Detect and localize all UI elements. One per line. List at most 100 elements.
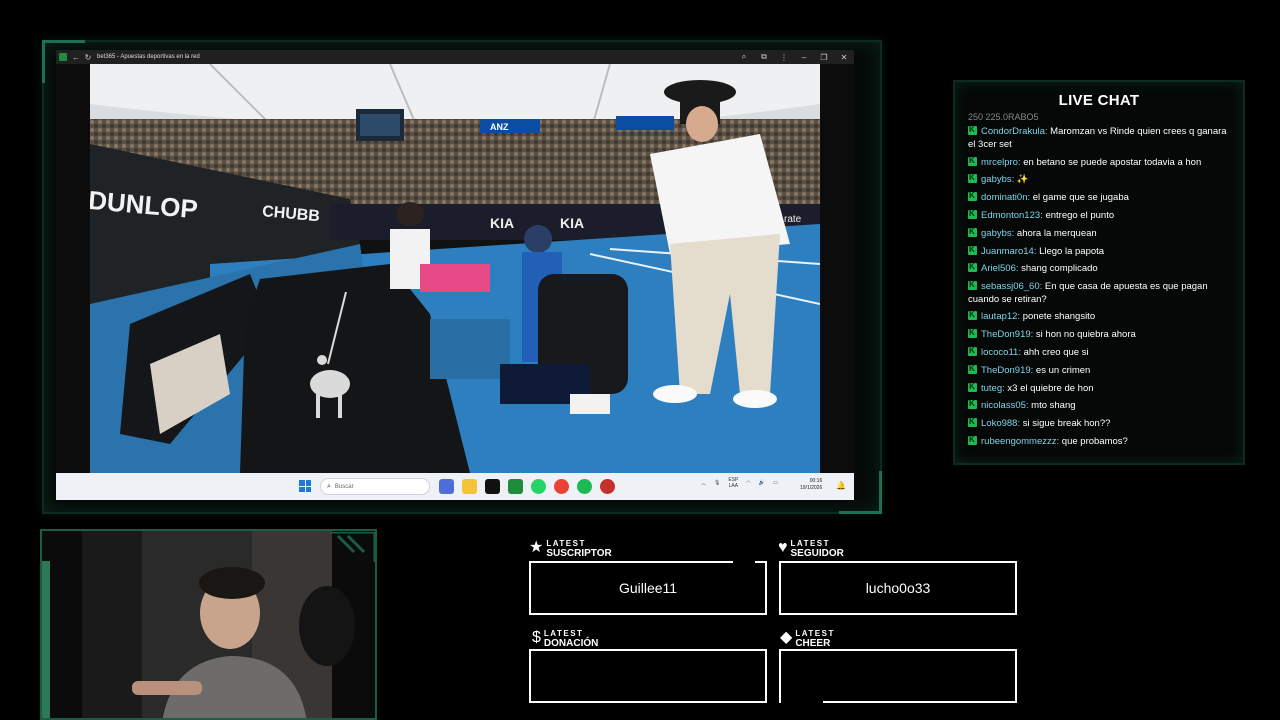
webcam-corner-decoration xyxy=(330,532,375,562)
search-icon: ⌕ xyxy=(327,482,331,490)
chat-username[interactable]: nicolass05 xyxy=(981,400,1026,411)
taskbar-search[interactable]: ⌕ Buscar xyxy=(320,478,430,495)
star-icon: ★ xyxy=(529,539,544,556)
spotify-app-icon[interactable] xyxy=(577,479,592,494)
chat-username[interactable]: dominati0n xyxy=(981,192,1027,203)
latest-follower-box: lucho0o33 xyxy=(779,561,1017,615)
latest-follower-value: lucho0o33 xyxy=(865,580,931,596)
more-options-icon[interactable]: ⋮ xyxy=(774,53,794,62)
tennis-match-frame: ANZ DUNLOP CHUBB KIA KIA rate xyxy=(90,64,820,473)
kick-badge-icon xyxy=(968,434,977,447)
chat-text: en betano se puede apostar todavia a hon xyxy=(1020,156,1202,168)
system-tray: ︿ 🎙 ESP LAA ◠ 🔊 ▭ xyxy=(701,477,778,489)
kick-badge-icon xyxy=(968,416,977,429)
chat-message: gabybs: ✨ xyxy=(968,172,1230,187)
heart-icon: ♥ xyxy=(778,539,788,556)
chat-text: el game que se jugaba xyxy=(1030,192,1129,204)
chat-message: nicolass05: mto shang xyxy=(968,398,1230,413)
kick-badge-icon xyxy=(968,363,977,375)
language-indicator[interactable]: ESP LAA xyxy=(728,477,738,489)
chat-message: Loko988: si sigue break hon?? xyxy=(968,416,1230,431)
notification-bell-icon[interactable]: 🔔 xyxy=(836,481,846,490)
chat-username[interactable]: tuteg xyxy=(981,383,1002,394)
chevron-up-icon[interactable]: ︿ xyxy=(701,480,706,487)
chat-text: ponete shangsito xyxy=(1020,311,1096,323)
windows-taskbar: ⌕ Buscar ︿ 🎙 ESP LAA ◠ 🔊 ▭ 00:16 19/1/202… xyxy=(56,473,854,500)
chat-username[interactable]: Loko988 xyxy=(981,418,1017,429)
chat-text: ✨ xyxy=(1014,174,1029,186)
chat-message: sebassj06_60: En que casa de apuesta es … xyxy=(968,279,1230,306)
latest-donation-box xyxy=(529,649,767,703)
chat-username[interactable]: gabybs xyxy=(981,228,1012,239)
live-chat-title: LIVE CHAT xyxy=(1058,92,1140,109)
kick-badge-icon xyxy=(968,226,977,238)
extensions-icon[interactable]: ⧉ xyxy=(754,52,774,62)
minimize-button[interactable]: – xyxy=(794,53,814,62)
chat-message: Juanmaro14: Llego la papota xyxy=(968,244,1230,259)
file-explorer-icon[interactable] xyxy=(462,479,477,494)
chat-cut-line: 250 225.0RABO5 xyxy=(968,113,1039,121)
chat-username[interactable]: TheDon919 xyxy=(981,329,1031,340)
reload-icon[interactable]: ↻ xyxy=(82,50,94,64)
chat-username[interactable]: sebassj06_60 xyxy=(981,281,1040,292)
chat-username[interactable]: rubeengommezzz xyxy=(981,436,1057,447)
chat-message: TheDon919: es un crimen xyxy=(968,363,1230,378)
chat-text: shang complicado xyxy=(1018,263,1098,275)
chat-username[interactable]: Edmonton123 xyxy=(981,210,1040,221)
battery-icon[interactable]: ▭ xyxy=(773,480,778,486)
chat-message: CondorDrakula: Maromzan vs Rinde quien c… xyxy=(968,124,1230,151)
browser-title-bar: ← ↻ bet365 - Apuestas deportivas en la r… xyxy=(56,50,854,64)
kick-badge-icon xyxy=(968,155,977,167)
tennis-video-player[interactable]: ANZ DUNLOP CHUBB KIA KIA rate xyxy=(56,64,854,473)
browser-window: ← ↻ bet365 - Apuestas deportivas en la r… xyxy=(56,50,854,500)
dollar-icon: $ xyxy=(532,629,541,646)
chat-text: ahh creo que si xyxy=(1020,347,1089,359)
chat-message: Edmonton123: entrego el punto xyxy=(968,208,1230,223)
taskbar-clock[interactable]: 00:16 19/1/2026 xyxy=(800,478,822,492)
volume-icon[interactable]: 🔊 xyxy=(759,480,765,486)
latest-cheer-box xyxy=(779,649,1017,703)
kick-badge-icon xyxy=(968,244,977,256)
tiktok-app-icon[interactable] xyxy=(485,479,500,494)
chat-message: rubeengommezzz: que probamos? xyxy=(968,434,1230,449)
kick-badge-icon xyxy=(968,398,977,411)
browser-title: bet365 - Apuestas deportivas en la red xyxy=(97,54,200,60)
chat-text: es un crimen xyxy=(1033,364,1091,376)
chat-text: Llego la papota xyxy=(1036,245,1105,257)
wifi-icon[interactable]: ◠ xyxy=(746,480,750,486)
chat-text: si hon no quiebra ahora xyxy=(1033,329,1136,341)
chat-username[interactable]: gabybs xyxy=(981,174,1012,185)
chat-username[interactable]: Ariel506 xyxy=(981,263,1016,274)
bet365-app-icon[interactable] xyxy=(508,479,523,494)
restore-button[interactable]: ❐ xyxy=(814,53,834,62)
latest-cheer-label: ◆ LATEST CHEER xyxy=(780,629,835,649)
copilot-app-icon[interactable] xyxy=(439,479,454,494)
chrome-app-icon[interactable] xyxy=(554,479,569,494)
kick-badge-icon xyxy=(968,327,977,340)
windows-start-icon[interactable] xyxy=(299,480,311,492)
webcam-video xyxy=(42,531,375,718)
svg-text:KIA: KIA xyxy=(490,215,514,231)
chat-username[interactable]: lococo11 xyxy=(981,347,1018,358)
chat-username[interactable]: Juanmaro14 xyxy=(981,246,1034,257)
chat-message: gabybs: ahora la merquean xyxy=(968,226,1230,241)
chat-username[interactable]: lautap12 xyxy=(981,311,1017,322)
app-icon[interactable] xyxy=(600,479,615,494)
chat-username[interactable]: TheDon919 xyxy=(981,365,1031,376)
svg-text:KIA: KIA xyxy=(560,215,584,231)
kick-badge-icon xyxy=(968,345,977,358)
kick-badge-icon xyxy=(968,309,977,322)
microphone-icon[interactable]: 🎙 xyxy=(714,480,720,486)
kick-badge-icon xyxy=(968,124,977,137)
chat-username[interactable]: mrcelpro xyxy=(981,157,1018,168)
zoom-icon[interactable]: ⌕ xyxy=(734,52,754,62)
bet365-favicon xyxy=(59,53,67,61)
arrow-left-icon[interactable]: ← xyxy=(70,50,82,64)
webcam-frame xyxy=(40,529,377,720)
chat-text: entrego el punto xyxy=(1042,209,1115,221)
whatsapp-app-icon[interactable] xyxy=(531,479,546,494)
chat-username[interactable]: CondorDrakula xyxy=(981,126,1045,137)
close-button[interactable]: ✕ xyxy=(834,53,854,62)
kick-badge-icon xyxy=(968,381,977,393)
kick-badge-icon xyxy=(968,190,977,203)
